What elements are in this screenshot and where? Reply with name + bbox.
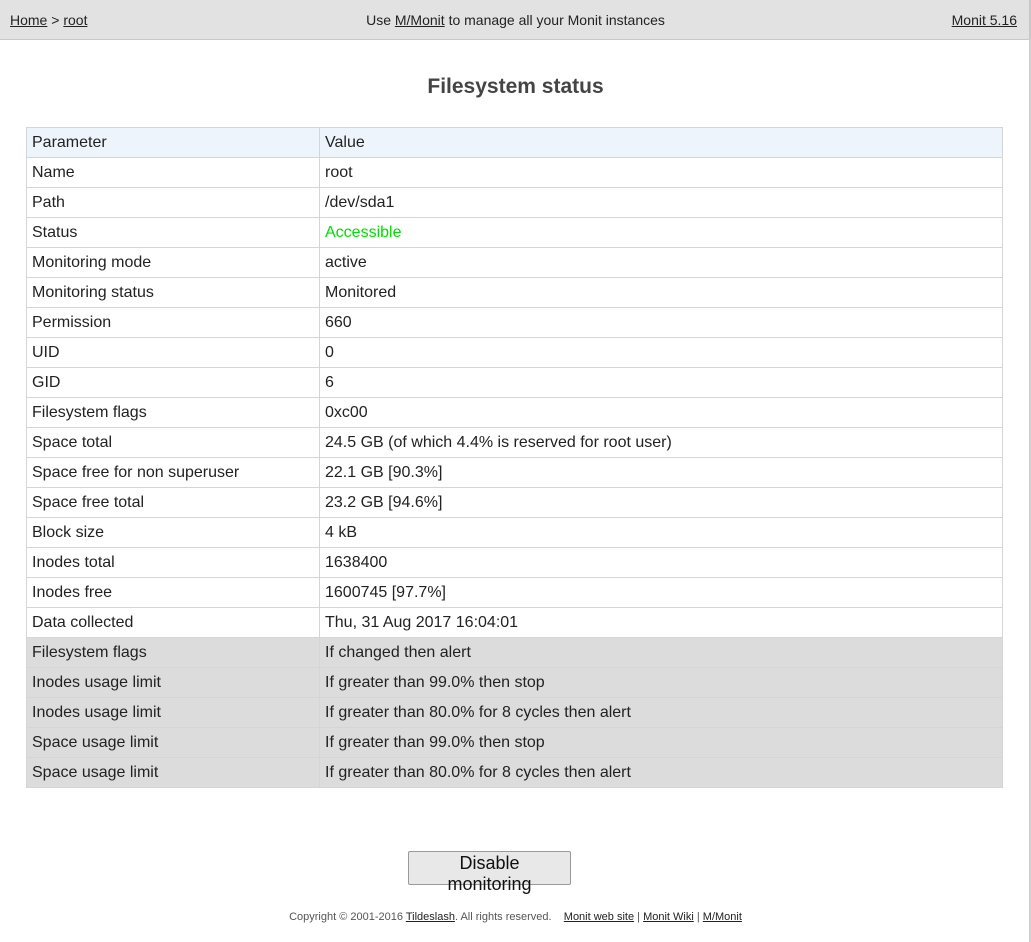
mmonit-footer-link[interactable]: M/Monit	[703, 911, 742, 923]
table-row: UID 0	[26, 337, 1003, 368]
value-cell: If greater than 99.0% then stop	[319, 727, 1003, 758]
parameter-cell: Name	[26, 157, 320, 188]
message-prefix: Use	[366, 12, 391, 28]
parameter-cell: Space usage limit	[26, 757, 320, 788]
monit-version-link[interactable]: Monit 5.16	[952, 12, 1017, 28]
value-cell: 0xc00	[319, 397, 1003, 428]
mmonit-link[interactable]: M/Monit	[395, 12, 445, 28]
table-header-row: Parameter Value	[26, 127, 1003, 158]
footer: Copyright © 2001-2016 Tildeslash. All ri…	[0, 911, 1031, 923]
table-row: Monitoring mode active	[26, 247, 1003, 278]
table-row: Permission 660	[26, 307, 1003, 338]
value-cell: 6	[319, 367, 1003, 398]
parameter-cell: Space free for non superuser	[26, 457, 320, 488]
parameter-cell: Block size	[26, 517, 320, 548]
value-cell: 0	[319, 337, 1003, 368]
value-cell: 23.2 GB [94.6%]	[319, 487, 1003, 518]
parameter-cell: UID	[26, 337, 320, 368]
rights-text: . All rights reserved.	[454, 911, 552, 923]
table-row: Space free total 23.2 GB [94.6%]	[26, 487, 1003, 518]
table-row: GID 6	[26, 367, 1003, 398]
parameter-cell: Monitoring mode	[26, 247, 320, 278]
parameter-cell: Permission	[26, 307, 320, 338]
rule-row: Space usage limit If greater than 99.0% t…	[26, 727, 1003, 758]
table-row: Space free for non superuser 22.1 GB [90.…	[26, 457, 1003, 488]
value-cell: If greater than 80.0% for 8 cycles then …	[319, 697, 1003, 728]
monit-wiki-link[interactable]: Monit Wiki	[643, 911, 694, 923]
table-row: Filesystem flags 0xc00	[26, 397, 1003, 428]
value-cell: /dev/sda1	[319, 187, 1003, 218]
value-cell: Thu, 31 Aug 2017 16:04:01	[319, 607, 1003, 638]
top-bar: Home > root Use M/Monit to manage all yo…	[0, 0, 1031, 40]
value-cell: 660	[319, 307, 1003, 338]
value-cell: Monitored	[319, 277, 1003, 308]
value-cell: If greater than 80.0% for 8 cycles then …	[319, 757, 1003, 788]
copyright-text: Copyright © 2001-2016	[289, 911, 403, 923]
parameter-cell: Monitoring status	[26, 277, 320, 308]
footer-separator: |	[696, 911, 700, 923]
monit-website-link[interactable]: Monit web site	[564, 911, 634, 923]
parameter-cell: Inodes total	[26, 547, 320, 578]
value-cell: active	[319, 247, 1003, 278]
page-title: Filesystem status	[427, 75, 604, 98]
table-row: Path/dev/sda1	[26, 187, 1003, 218]
parameter-cell: Data collected	[26, 607, 320, 638]
column-header-parameter: Parameter	[26, 127, 320, 158]
value-cell: 4 kB	[319, 517, 1003, 548]
table-row: Inodes total 1638400	[26, 547, 1003, 578]
rule-row: Space usage limit If greater than 80.0% f…	[26, 757, 1003, 788]
value-cell: If greater than 99.0% then stop	[319, 667, 1003, 698]
parameter-cell: Space usage limit	[26, 727, 320, 758]
rule-row: Inodes usage limit If greater than 99.0% …	[26, 667, 1003, 698]
status-value: Accessible	[319, 217, 1003, 248]
rule-row: Filesystem flags If changed then alert	[26, 637, 1003, 668]
parameter-cell: Space total	[26, 427, 320, 458]
column-header-value: Value	[319, 127, 1003, 158]
version-info: Monit 5.16	[952, 12, 1017, 28]
table-row: Name root	[26, 157, 1003, 188]
message-suffix: to manage all your Monit instances	[448, 12, 665, 28]
parameter-cell: Filesystem flags	[26, 637, 320, 668]
parameter-cell: Inodes free	[26, 577, 320, 608]
parameter-cell: Status	[26, 217, 320, 248]
parameter-cell: Inodes usage limit	[26, 667, 320, 698]
disable-monitoring-button[interactable]: Disable monitoring	[408, 851, 571, 894]
value-cell: If changed then alert	[319, 637, 1003, 668]
parameter-cell: Filesystem flags	[26, 397, 320, 428]
table-row: Data collected Thu, 31 Aug 2017 16:04:01	[26, 607, 1003, 638]
value-cell: root	[319, 157, 1003, 188]
table-row: Status Accessible	[26, 217, 1003, 248]
rule-row: Inodes usage limit If greater than 80.0% …	[26, 697, 1003, 728]
value-cell: 24.5 GB (of which 4.4% is reserved for r…	[319, 427, 1003, 458]
table-row: Space total 24.5 GB (of which 4.4% is res…	[26, 427, 1003, 458]
parameter-cell: GID	[26, 367, 320, 398]
table-row: Monitoring status Monitored	[26, 277, 1003, 308]
table-row: Block size 4 kB	[26, 517, 1003, 548]
filesystem-status-table: Parameter Value Name root Path/dev/sda1 Sta…	[26, 127, 1003, 788]
footer-separator: |	[637, 911, 641, 923]
table-row: Inodes free 1600745 [97.7%]	[26, 577, 1003, 608]
value-cell: 1600745 [97.7%]	[319, 577, 1003, 608]
parameter-cell: Path	[26, 187, 320, 218]
parameter-cell: Space free total	[26, 487, 320, 518]
parameter-cell: Inodes usage limit	[26, 697, 320, 728]
tildeslash-link[interactable]: Tildeslash	[406, 911, 455, 923]
mmonit-message: Use M/Monit to manage all your Monit ins…	[0, 12, 1031, 28]
value-cell: 1638400	[319, 547, 1003, 578]
value-cell: 22.1 GB [90.3%]	[319, 457, 1003, 488]
